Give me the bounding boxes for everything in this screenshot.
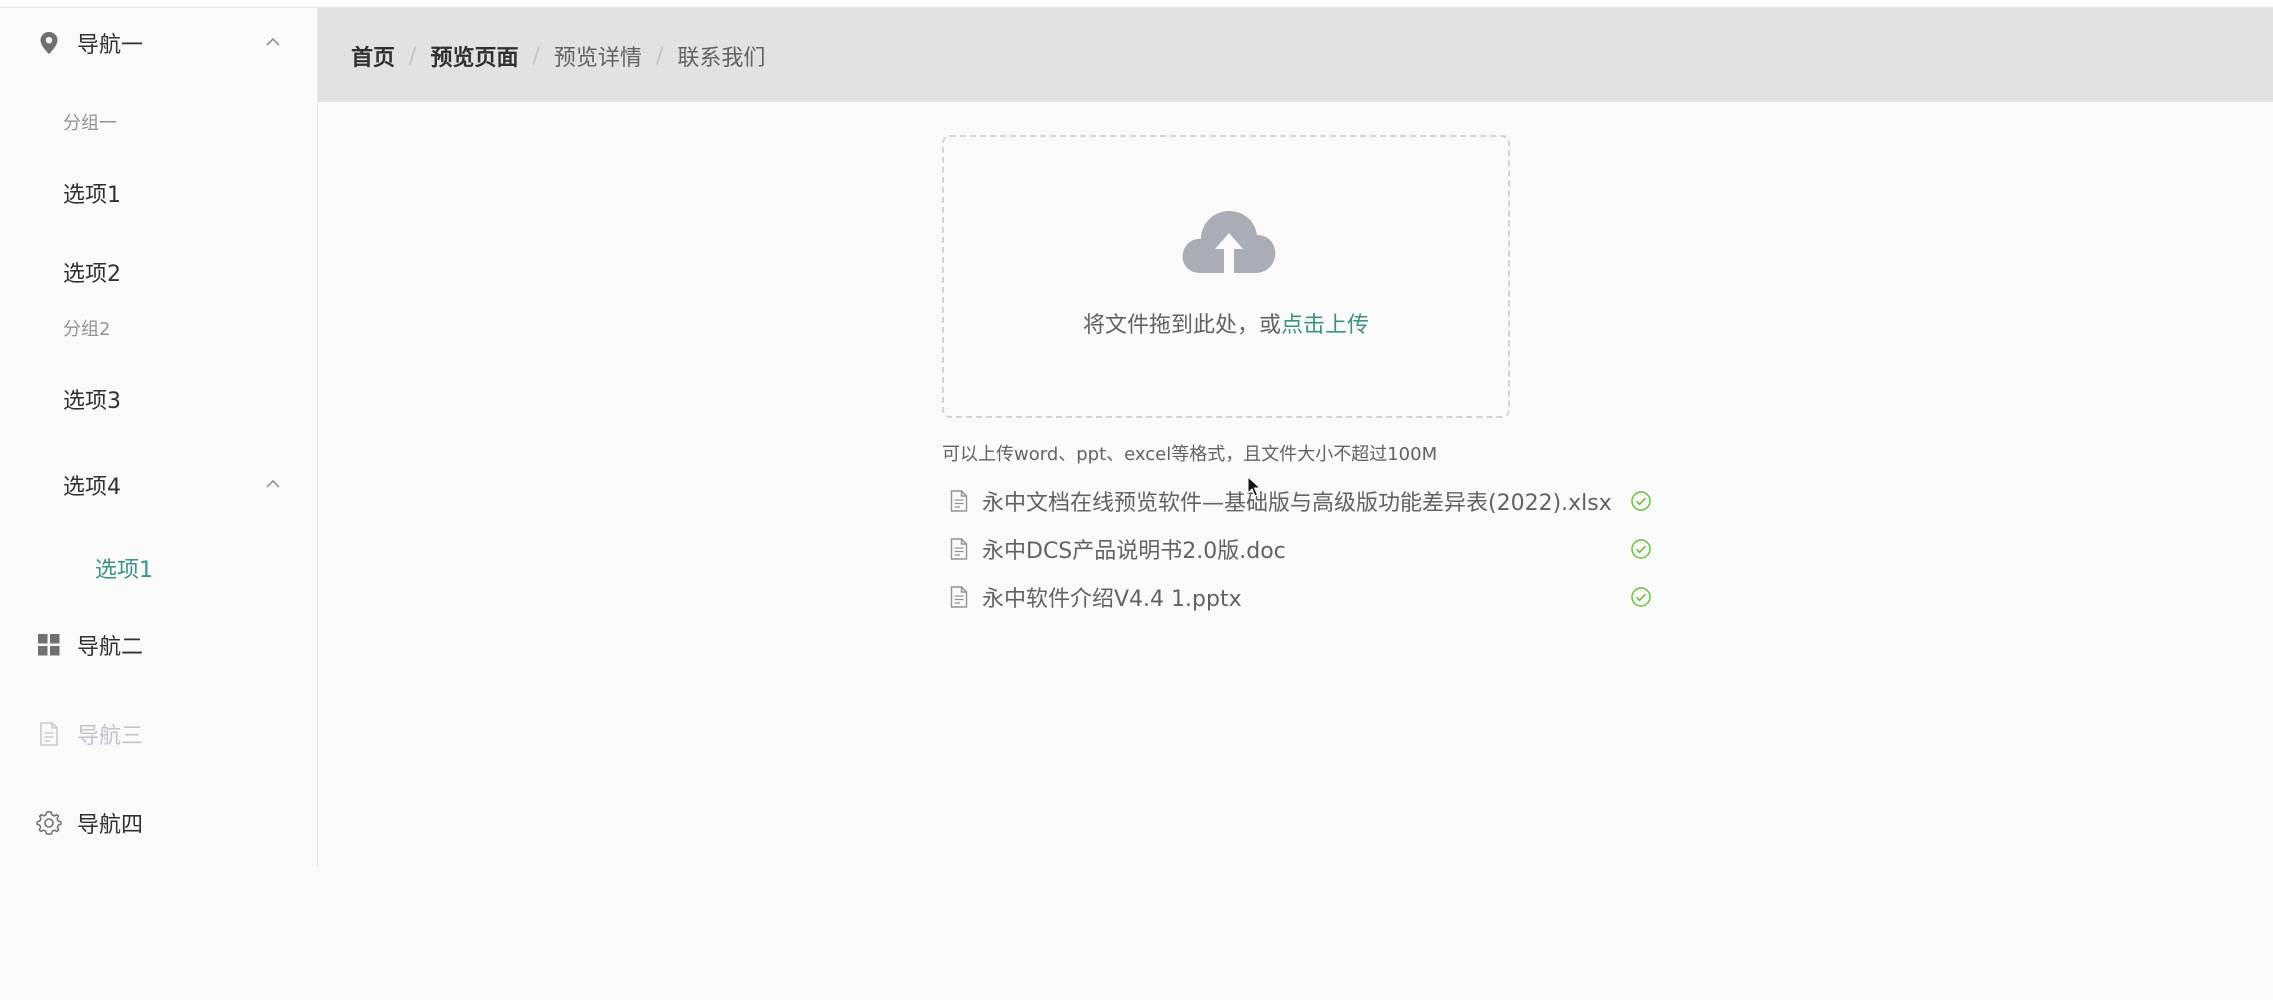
gear-icon [36, 810, 62, 836]
grid-icon [36, 632, 62, 658]
sidebar-nav-4-label: 导航四 [77, 813, 144, 838]
file-name: 永中文档在线预览软件—基础版与高级版功能差异表(2022).xlsx [982, 491, 1612, 516]
dropzone-text: 将文件拖到此处，或点击上传 [944, 307, 1508, 339]
sidebar-nav-2-label: 导航二 [77, 635, 144, 660]
sidebar-item-option-1[interactable]: 选项1 [0, 158, 317, 228]
sidebar-nav-2[interactable]: 导航二 [0, 610, 317, 680]
breadcrumb-preview-page[interactable]: 预览页面 [430, 40, 518, 72]
chevron-up-icon [263, 32, 283, 52]
check-circle-icon [1631, 491, 1651, 511]
mouse-pointer-icon [1247, 476, 1261, 497]
breadcrumb-separator: / [655, 43, 664, 69]
group-label-1: 分组一 [63, 113, 117, 134]
upload-tip: 可以上传word、ppt、excel等格式，且文件大小不超过100M [942, 444, 1438, 465]
document-icon [950, 490, 968, 512]
sidebar-item-label: 选项2 [63, 262, 121, 287]
sidebar-item-label: 选项1 [95, 558, 153, 583]
breadcrumb-separator: / [532, 43, 540, 69]
breadcrumb-separator: / [409, 43, 417, 69]
chevron-up-icon [263, 474, 283, 494]
group-label-2: 分组2 [63, 319, 111, 340]
sidebar-nav-1-label: 导航一 [77, 33, 144, 58]
check-circle-icon [1631, 539, 1651, 559]
click-upload-link[interactable]: 点击上传 [1281, 313, 1369, 338]
breadcrumb-preview-detail: 预览详情 [553, 46, 642, 71]
document-icon [950, 586, 968, 608]
upload-dropzone[interactable]: 将文件拖到此处，或点击上传 [942, 135, 1510, 418]
check-circle-icon [1631, 587, 1651, 607]
file-name: 永中软件介绍V4.4 1.pptx [982, 587, 1242, 612]
cloud-upload-icon [1182, 211, 1276, 277]
breadcrumb-contact: 联系我们 [677, 46, 766, 71]
sidebar-submenu-option-4[interactable]: 选项4 [0, 450, 317, 520]
sidebar-item-option-4-1[interactable]: 选项1 [0, 533, 317, 603]
sidebar-item-option-3[interactable]: 选项3 [0, 364, 317, 434]
dropzone-hint: 将文件拖到此处，或 [1082, 313, 1281, 338]
location-icon [36, 30, 62, 56]
file-name: 永中DCS产品说明书2.0版.doc [982, 539, 1286, 564]
file-list-item[interactable]: 永中文档在线预览软件—基础版与高级版功能差异表(2022).xlsx [942, 481, 1654, 521]
sidebar-item-label: 选项3 [63, 389, 121, 414]
sidebar-item-label: 选项1 [63, 183, 121, 208]
sidebar-menu: 导航一 分组一 选项1 选项2 分组2 选项3 选项4 选项1 导航二 导航三 [0, 8, 318, 866]
sidebar-item-label: 选项4 [63, 475, 121, 500]
document-icon [36, 721, 62, 747]
window-top-edge [0, 0, 2273, 8]
sidebar-nav-1[interactable]: 导航一 [0, 8, 317, 78]
sidebar-item-option-2[interactable]: 选项2 [0, 237, 317, 307]
sidebar-nav-3-label: 导航三 [77, 724, 144, 749]
document-icon [950, 538, 968, 560]
file-list-item[interactable]: 永中DCS产品说明书2.0版.doc [942, 529, 1654, 569]
sidebar-nav-4[interactable]: 导航四 [0, 788, 317, 858]
header-bar: 首页 / 预览页面 / 预览详情 / 联系我们 [318, 8, 2273, 102]
breadcrumb: 首页 / 预览页面 / 预览详情 / 联系我们 [351, 40, 765, 72]
sidebar-nav-3: 导航三 [0, 699, 317, 769]
breadcrumb-home[interactable]: 首页 [351, 40, 395, 72]
file-list-item[interactable]: 永中软件介绍V4.4 1.pptx [942, 577, 1654, 617]
